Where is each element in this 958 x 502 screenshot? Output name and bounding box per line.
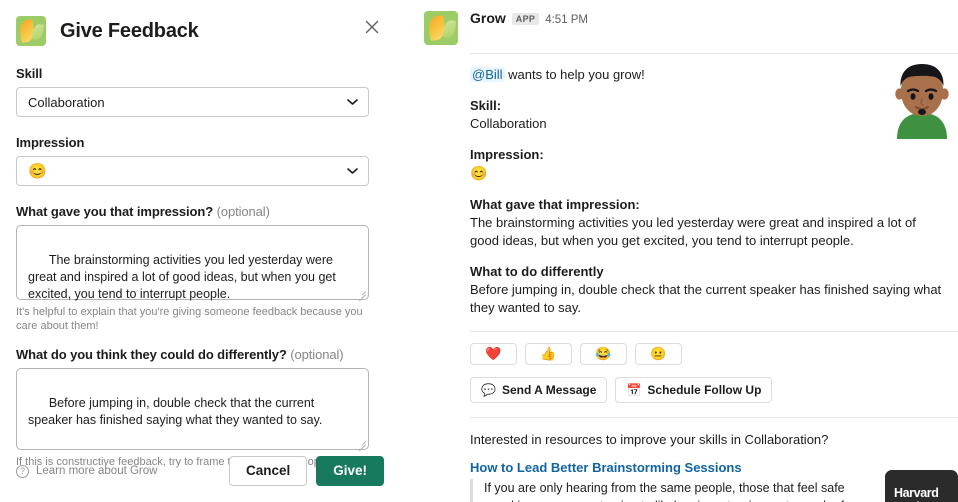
do-differently-label: What do you think they could do differen… (16, 347, 384, 362)
schedule-follow-up-label: Schedule Follow Up (647, 383, 762, 397)
intro-line: @Bill wants to help you grow! (470, 66, 958, 84)
hbr-line-1: Harvard (894, 485, 939, 500)
send-a-message-button[interactable]: 💬 Send A Message (470, 377, 608, 403)
question-circle-icon: ? (16, 464, 29, 478)
harvard-business-review-thumbnail[interactable]: Harvard Business Review (885, 470, 958, 502)
reaction-heart[interactable]: ❤️ (470, 343, 517, 365)
modal-footer: ? Learn more about Grow Cancel Give! (16, 456, 384, 486)
schedule-follow-up-button[interactable]: 📅 Schedule Follow Up (615, 377, 773, 403)
impression-section-value: 😊 (470, 165, 488, 181)
do-differently-section-value: Before jumping in, double check that the… (470, 282, 942, 315)
send-a-message-label: Send A Message (501, 383, 597, 397)
impression-section: Impression: 😊 (470, 146, 958, 183)
impression-reason-hint: It's helpful to explain that you're givi… (16, 306, 363, 332)
gave-impression-value: The brainstorming activities you led yes… (470, 215, 916, 248)
skill-section: Skill: Collaboration (470, 97, 958, 133)
resize-handle-icon[interactable] (357, 438, 366, 447)
header-divider (470, 53, 958, 54)
reaction-neutral[interactable]: 😐 (635, 343, 682, 365)
impression-select[interactable]: 😊 (16, 156, 369, 186)
do-differently-value: Before jumping in, double check that the… (28, 396, 323, 427)
impression-section-label: Impression: (470, 147, 544, 162)
reaction-joy[interactable]: 😂 (580, 343, 627, 365)
cancel-button[interactable]: Cancel (228, 456, 308, 486)
leaf-shape-green (442, 19, 456, 39)
screenshot-root: Give Feedback Skill Collaboration Impres… (0, 0, 958, 502)
reaction-thumbsup[interactable]: 👍 (525, 343, 572, 365)
gave-impression-label: What gave that impression: (470, 197, 640, 212)
message-body: @Bill wants to help you grow! Skill: Col… (458, 53, 958, 502)
app-badge: APP (511, 13, 540, 25)
action-button-row: 💬 Send A Message 📅 Schedule Follow Up (470, 377, 958, 403)
grow-leaf-icon (16, 16, 46, 46)
reactions-divider (470, 331, 958, 332)
article-excerpt: If you are only hearing from the same pe… (470, 479, 862, 502)
reaction-bar: ❤️ 👍 😂 😐 (470, 343, 958, 365)
impression-reason-value: The brainstorming activities you led yes… (28, 253, 340, 301)
chevron-down-icon (347, 99, 358, 106)
grow-leaf-icon (424, 11, 458, 45)
impression-reason-label: What gave you that impression? (optional… (16, 204, 384, 219)
impression-select-value: 😊 (28, 162, 47, 180)
impression-reason-optional: (optional) (216, 204, 270, 219)
calendar-icon: 📅 (626, 383, 642, 397)
do-differently-optional: (optional) (290, 347, 344, 362)
do-differently-section: What to do differently Before jumping in… (470, 263, 958, 317)
user-mention[interactable]: @Bill (470, 67, 505, 82)
skill-label: Skill (16, 66, 43, 81)
modal-header: Give Feedback (16, 14, 384, 48)
slack-message-panel: Grow APP 4:51 PM @Bill wants to help you… (424, 0, 958, 502)
leaf-shape-green (32, 23, 45, 40)
give-button[interactable]: Give! (316, 456, 384, 486)
learn-more-about-grow-link[interactable]: ? Learn more about Grow (16, 464, 158, 478)
article-attachment: How to Lead Better Brainstorming Session… (470, 460, 958, 502)
learn-more-label: Learn more about Grow (36, 465, 158, 477)
resize-handle-icon[interactable] (357, 288, 366, 297)
impression-label: Impression (16, 135, 85, 150)
gave-impression-section: What gave that impression: The brainstor… (470, 196, 958, 250)
article-link[interactable]: How to Lead Better Brainstorming Session… (470, 460, 862, 475)
resource-prompt: Interested in resources to improve your … (470, 432, 829, 447)
message-header: Grow APP 4:51 PM (424, 8, 958, 45)
close-icon[interactable] (362, 17, 384, 39)
do-differently-label-text: What do you think they could do differen… (16, 347, 287, 362)
page-title: Give Feedback (60, 19, 199, 42)
chevron-down-icon (347, 168, 358, 175)
do-differently-section-label: What to do differently (470, 264, 604, 279)
intro-text: wants to help you grow! (504, 67, 645, 82)
resources-divider (470, 417, 958, 418)
user-avatar-illustration (886, 61, 958, 139)
skill-section-label: Skill: (470, 98, 502, 113)
speech-bubble-icon: 💬 (481, 383, 496, 397)
impression-reason-textarea[interactable]: The brainstorming activities you led yes… (16, 225, 369, 301)
modal-button-row: Cancel Give! (228, 456, 384, 486)
message-sender[interactable]: Grow (470, 10, 506, 26)
do-differently-textarea[interactable]: Before jumping in, double check that the… (16, 368, 369, 450)
skill-select[interactable]: Collaboration (16, 87, 369, 117)
skill-select-value: Collaboration (28, 94, 105, 110)
message-timestamp[interactable]: 4:51 PM (545, 14, 588, 26)
skill-section-value: Collaboration (470, 116, 547, 131)
impression-reason-label-text: What gave you that impression? (16, 204, 214, 219)
give-feedback-modal: Give Feedback Skill Collaboration Impres… (0, 0, 400, 502)
message-meta: Grow APP 4:51 PM (470, 8, 588, 26)
